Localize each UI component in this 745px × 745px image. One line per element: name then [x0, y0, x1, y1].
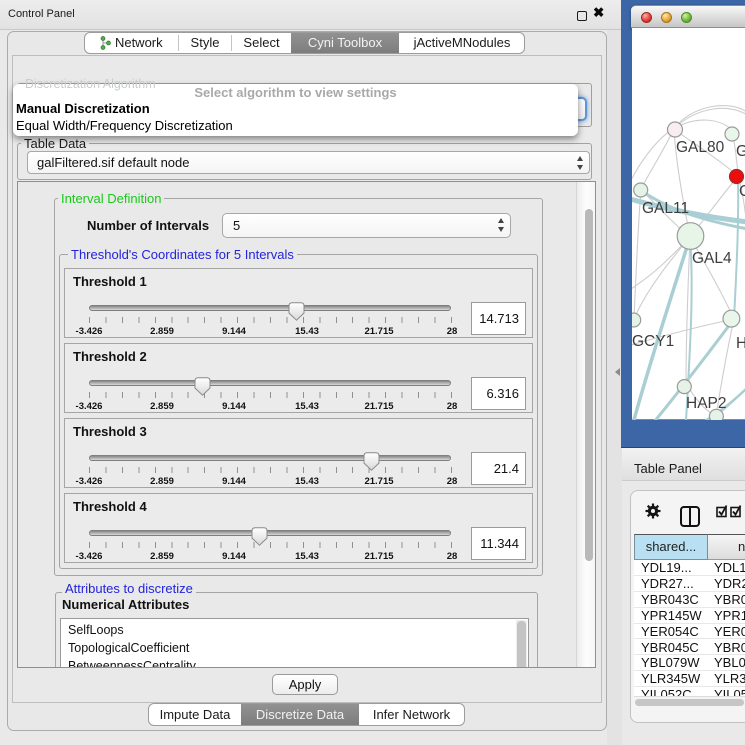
svg-text:C: C: [739, 183, 745, 200]
svg-text:HAP2: HAP2: [686, 395, 727, 412]
svg-text:G.: G.: [736, 143, 745, 160]
svg-text:GAL4: GAL4: [692, 250, 732, 267]
svg-text:GCY1: GCY1: [632, 333, 674, 350]
svg-text:GAL80: GAL80: [676, 139, 725, 156]
svg-text:H: H: [736, 335, 745, 352]
svg-text:GAL11: GAL11: [642, 200, 689, 217]
